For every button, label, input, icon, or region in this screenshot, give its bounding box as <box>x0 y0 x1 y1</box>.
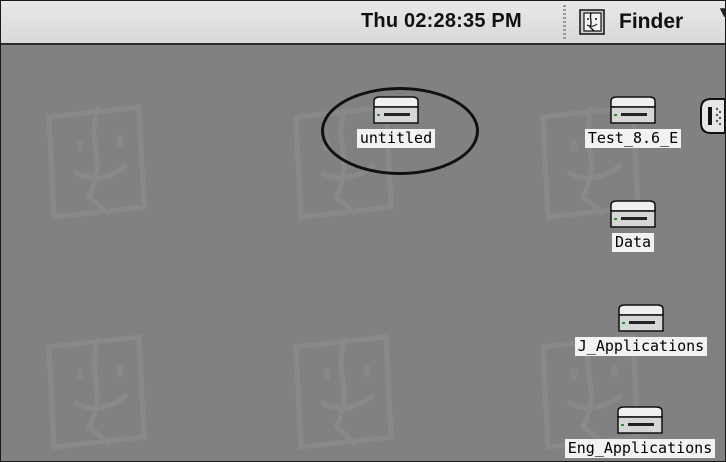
volume-label: Data <box>611 233 655 252</box>
hard-disk-icon <box>610 96 656 124</box>
desktop-volume-eng-applications[interactable]: Eng_Applications <box>555 405 725 458</box>
hard-disk-icon <box>610 200 656 228</box>
menu-bar-divider <box>563 5 571 39</box>
desktop-pattern-face-icon <box>46 334 147 450</box>
menu-bar-clock[interactable]: Thu 02:28:35 PM <box>361 10 522 36</box>
application-menu[interactable]: Finder ▼ <box>579 5 725 39</box>
desktop-pattern-face-icon <box>293 334 394 450</box>
finder-icon <box>579 9 605 35</box>
control-strip-tab-icon[interactable] <box>699 97 725 135</box>
desktop-volume-j-applications[interactable]: J_Applications <box>561 303 721 356</box>
hard-disk-icon <box>618 304 664 332</box>
volume-label: J_Applications <box>574 337 708 356</box>
hard-disk-icon <box>617 406 663 434</box>
desktop-volume-data[interactable]: Data <box>583 199 683 252</box>
volume-label: Eng_Applications <box>564 439 716 458</box>
volume-label: Test_8.6_E <box>584 129 682 148</box>
annotation-circle <box>321 87 479 175</box>
menu-bar: Thu 02:28:35 PM Finder ▼ <box>1 1 725 45</box>
desktop-pattern-face-icon <box>46 104 147 220</box>
app-menu-title: Finder <box>619 10 684 33</box>
app-menu-arrow-icon: ▼ <box>720 5 725 19</box>
mac-os-screen: Thu 02:28:35 PM Finder ▼ <box>0 0 726 462</box>
desktop-volume-test-8-6-e[interactable]: Test_8.6_E <box>573 95 693 148</box>
